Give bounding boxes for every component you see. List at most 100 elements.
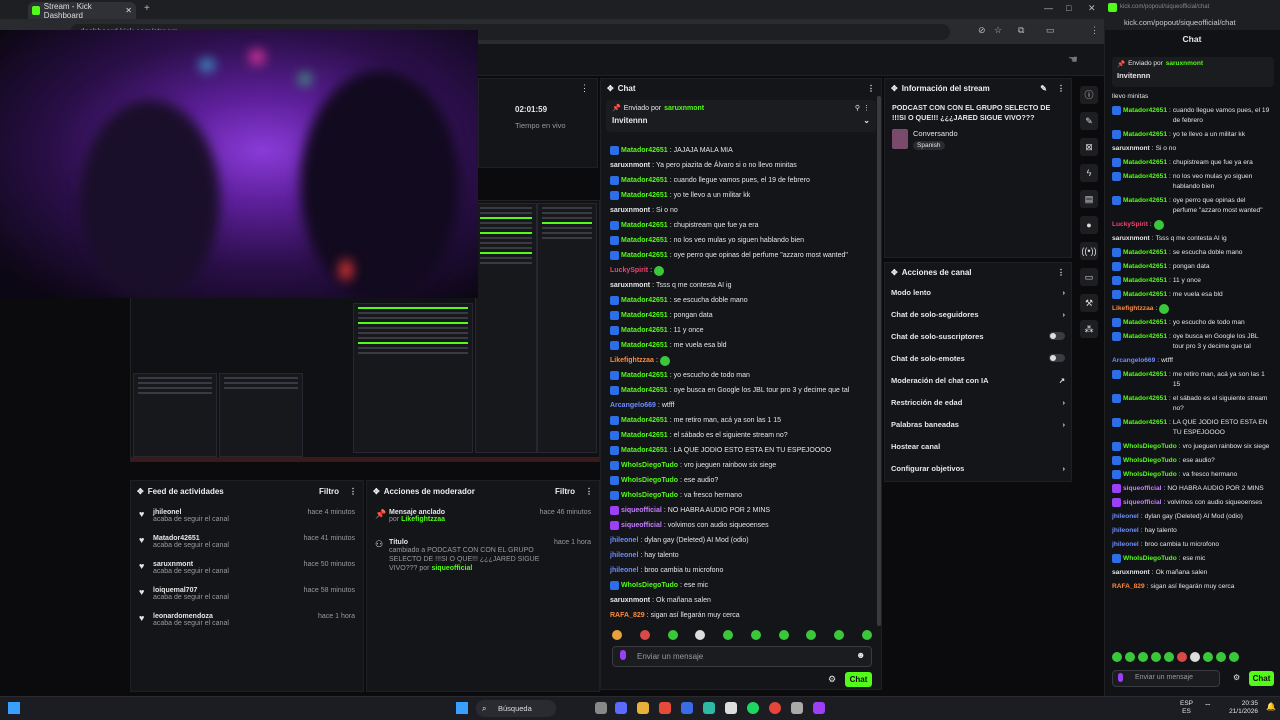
chat-username[interactable]: saruxnmont (610, 203, 650, 218)
chat-username[interactable]: Matador42651 (621, 383, 668, 398)
chat-message[interactable]: Matador42651: yo escucho de todo man (610, 368, 876, 383)
edit-icon[interactable]: ✎ (1080, 112, 1098, 130)
chat-message[interactable]: Matador42651: yo te llevo a un militar kk (1108, 128, 1274, 142)
chat-username[interactable]: WhoIsDiegoTudo (621, 488, 678, 503)
chat-message[interactable]: LuckySpirit: (610, 263, 876, 278)
chat-bubble-icon[interactable]: ● (1080, 216, 1098, 234)
chat-message[interactable]: WhoIsDiegoTudo: ese mic (610, 578, 876, 593)
drag-handle-icon[interactable]: ✥ (137, 487, 144, 496)
mic-icon[interactable] (620, 650, 626, 660)
obs-icon[interactable] (791, 702, 803, 714)
chat-message[interactable]: jhileonel: broo cambia tu microfono (610, 563, 876, 578)
toggle-switch[interactable] (1049, 354, 1065, 362)
activity-user[interactable]: leonardomendoza (153, 613, 318, 620)
windows-logo-icon[interactable] (456, 702, 468, 714)
chat-message[interactable]: Matador42651: oye perro que opinas del pe… (1108, 194, 1274, 218)
chat-message[interactable]: Matador42651: me vuela esa bld (1108, 288, 1274, 302)
close-tab-icon[interactable]: ✕ (125, 6, 132, 15)
maximize-icon[interactable]: □ (1066, 3, 1071, 13)
chat-message[interactable]: Matador42651: chupistream que fue ya era (1108, 156, 1274, 170)
chat-message[interactable]: Matador42651: no los veo mulas yo siguen … (610, 233, 876, 248)
chat-message[interactable]: jhileonel: dylan gay (Deleted) AI Mod (od… (610, 533, 876, 548)
emote-icon[interactable] (1203, 652, 1213, 662)
chat-username[interactable]: LuckySpirit (610, 263, 648, 278)
more-options-icon[interactable]: ⋮ (1057, 268, 1065, 277)
wifi-icon[interactable]: ⌔ (1204, 702, 1212, 712)
chat-message[interactable]: Arcangelo669: wtfff (610, 398, 876, 413)
chat-message[interactable]: siqueofficial: NO HABRA AUDIO POR 2 MINS (610, 503, 876, 518)
chat-message[interactable]: Matador42651: oye busca en Google los JBL… (610, 383, 876, 398)
chat-username[interactable]: Matador42651 (1123, 394, 1167, 404)
chat-username[interactable]: Matador42651 (621, 293, 668, 308)
channel-action-item[interactable]: Chat de solo-seguidores › (885, 303, 1071, 325)
drag-handle-icon[interactable]: ✥ (607, 84, 614, 93)
emote-icon[interactable] (1112, 652, 1122, 662)
chat-username[interactable]: Matador42651 (621, 428, 668, 443)
browser-tab[interactable]: Stream - Kick Dashboard ✕ (28, 2, 136, 20)
channel-action-item[interactable]: Palabras baneadas › (885, 413, 1071, 435)
filter-button[interactable]: Filtro (319, 487, 339, 496)
emote-icon[interactable] (861, 630, 872, 640)
emote-icon[interactable] (1177, 652, 1187, 662)
share-icon[interactable]: ⁂ (1080, 320, 1098, 338)
chat-username[interactable]: WhoIsDiegoTudo (1123, 456, 1177, 466)
chat-message[interactable]: WhoIsDiegoTudo: vro jueguen rainbow six s… (610, 458, 876, 473)
chat-message[interactable]: Matador42651: el sábado es el siguiente s… (1108, 392, 1274, 416)
chat-message[interactable]: Likefightzzaa: (610, 353, 876, 368)
chat-username[interactable]: WhoIsDiegoTudo (1123, 442, 1177, 452)
activity-user[interactable]: Matador42651 (153, 535, 304, 542)
drag-handle-icon[interactable]: ✥ (891, 84, 898, 93)
task-view-icon[interactable] (595, 702, 607, 714)
chat-message[interactable]: siqueofficial: NO HABRA AUDIO POR 2 MINS (1108, 482, 1274, 496)
chat-message[interactable]: WhoIsDiegoTudo: va fresco hermano (610, 488, 876, 503)
chat-username[interactable]: saruxnmont (1112, 144, 1150, 154)
emote-icon[interactable] (1151, 652, 1161, 662)
chat-username[interactable]: saruxnmont (610, 158, 650, 173)
emote-icon[interactable] (834, 630, 845, 640)
chat-username[interactable]: Matador42651 (621, 308, 668, 323)
chat-message[interactable]: Likefightzzaa: (1108, 302, 1274, 316)
chat-username[interactable]: Matador42651 (1123, 248, 1167, 258)
chat-message[interactable]: Matador42651: el sábado es el siguiente s… (610, 428, 876, 443)
emote-icon[interactable] (1138, 652, 1148, 662)
screen-icon[interactable]: ▭ (1080, 268, 1098, 286)
close-window-icon[interactable]: ✕ (1088, 3, 1096, 14)
chat-message[interactable]: Matador42651: oye perro que opinas del pe… (610, 248, 876, 263)
settings-gear-icon[interactable]: ⚙ (828, 674, 836, 685)
send-chat-button[interactable]: Chat (845, 672, 872, 687)
chat-message[interactable]: Matador42651: cuando llegue vamos pues, e… (610, 173, 876, 188)
emote-icon[interactable] (723, 630, 734, 640)
clipboard-icon[interactable]: ▤ (1080, 190, 1098, 208)
chat-message[interactable]: Matador42651: cuando llegue vamos pues, e… (1108, 104, 1274, 128)
emoji-picker-icon[interactable]: ☻ (856, 650, 865, 660)
chat-username[interactable]: saruxnmont (610, 278, 650, 293)
chat-username[interactable]: saruxnmont (610, 593, 650, 608)
chat-message[interactable]: saruxnmont: Si o no (1108, 142, 1274, 156)
toggle-switch[interactable] (1049, 332, 1065, 340)
app-icon[interactable] (725, 702, 737, 714)
chat-message[interactable]: WhoIsDiegoTudo: ese audio? (1108, 454, 1274, 468)
cast-icon[interactable]: ⊘ (978, 25, 986, 36)
layout-icon[interactable]: ⊠ (1080, 138, 1098, 156)
emote-icon[interactable] (1164, 652, 1174, 662)
emote-icon[interactable] (1216, 652, 1226, 662)
chat-message[interactable]: saruxnmont: Ya pero piazita de Álvaro si … (610, 158, 876, 173)
chat-message[interactable]: siqueofficial: volvimos con audio siqueoe… (1108, 496, 1274, 510)
chat-message[interactable]: Matador42651: pongan data (610, 308, 876, 323)
chat-username[interactable]: Matador42651 (1123, 196, 1167, 206)
chat-message[interactable]: saruxnmont: Tsss q me contesta AI ig (610, 278, 876, 293)
chat-username[interactable]: LuckySpirit (1112, 220, 1148, 230)
chat-username[interactable]: Matador42651 (621, 173, 668, 188)
more-options-icon[interactable]: ⋮ (1057, 84, 1065, 93)
chat-message[interactable]: Matador42651: LA QUE JODIO ESTO ESTA EN T… (1108, 416, 1274, 440)
activity-user[interactable]: saruxnmont (153, 561, 304, 568)
more-options-icon[interactable]: ⋮ (585, 487, 593, 496)
chat-message[interactable]: Matador42651:11 y once (610, 323, 876, 338)
emote-icon[interactable] (778, 630, 789, 640)
chat-scrollbar[interactable] (877, 96, 881, 626)
chat-message[interactable]: saruxnmont: Si o no (610, 203, 876, 218)
chat-message[interactable]: Matador42651: JAJAJA MALA MIA (610, 143, 876, 158)
teams-icon[interactable] (615, 702, 627, 714)
chevron-down-icon[interactable]: ⌄ (863, 116, 870, 125)
chat-username[interactable]: Arcangelo669 (610, 398, 656, 413)
